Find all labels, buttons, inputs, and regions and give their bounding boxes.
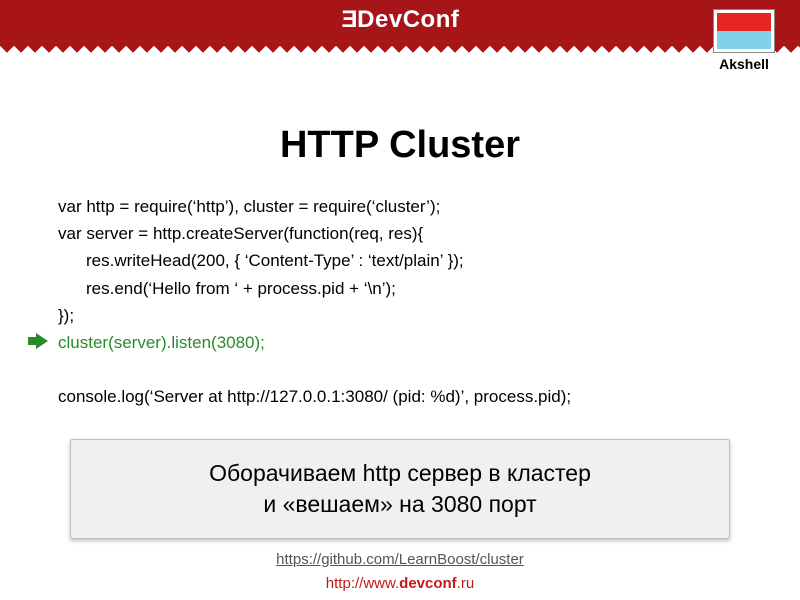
code-block: var http = require(‘http’), cluster = re… <box>58 193 742 411</box>
callout-line-2: и «вешаем» на 3080 порт <box>91 489 709 520</box>
logo-flag-icon <box>714 10 774 52</box>
code-line-5: }); <box>58 306 74 325</box>
footer-suffix: .ru <box>457 575 475 592</box>
code-line-2: var server = http.createServer(function(… <box>58 224 423 243</box>
footer-prefix: http://www. <box>326 575 399 592</box>
brand-left: Dev <box>357 6 403 34</box>
source-link: https://github.com/LearnBoost/cluster <box>58 551 742 568</box>
code-line-4: res.end(‘Hello from ‘ + process.pid + ‘\… <box>58 275 742 302</box>
code-line-1: var http = require(‘http’), cluster = re… <box>58 197 440 216</box>
callout-box: Оборачиваем http сервер в кластер и «веш… <box>70 439 730 539</box>
brand-right: onf <box>421 6 460 34</box>
logo-box: Akshell <box>710 10 778 72</box>
slide-content: HTTP Cluster var http = require(‘http’),… <box>0 54 800 568</box>
code-line-6: cluster(server).listen(3080); <box>58 333 265 352</box>
code-line-7: console.log(‘Server at http://127.0.0.1:… <box>58 387 571 406</box>
footer-link: http://www.devconf.ru <box>0 575 800 592</box>
brand-flip-char: E <box>341 6 358 34</box>
callout-line-1: Оборачиваем http сервер в кластер <box>91 458 709 489</box>
highlight-arrow-icon <box>36 333 48 349</box>
code-line-3: res.writeHead(200, { ‘Content-Type’ : ‘t… <box>58 247 742 274</box>
footer-bold: devconf <box>399 575 457 592</box>
header-bar: EDevConf <box>0 0 800 40</box>
header-zigzag <box>0 40 800 54</box>
brand-c-icon: C <box>403 6 421 34</box>
source-link-anchor[interactable]: https://github.com/LearnBoost/cluster <box>276 551 524 568</box>
logo-label: Akshell <box>719 56 769 72</box>
slide-title: HTTP Cluster <box>58 124 742 167</box>
